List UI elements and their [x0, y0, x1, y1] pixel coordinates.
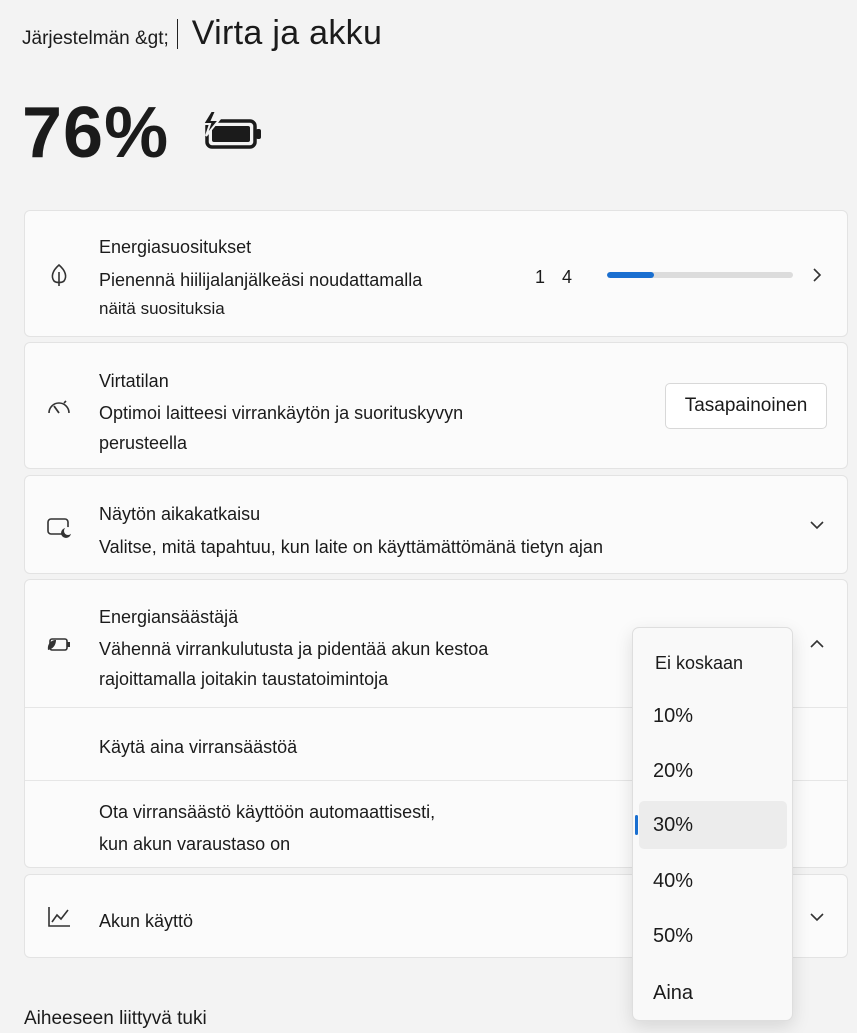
always-energy-saver-label: Käytä aina virransäästöä — [99, 737, 298, 757]
related-support-heading: Aiheeseen liittyvä tuki — [24, 1008, 207, 1029]
leaf-icon — [45, 261, 73, 289]
page-title: Virta ja akku — [191, 14, 383, 52]
card-description-cont: rajoittamalla joitakin taustatoimintoja — [99, 669, 389, 689]
breadcrumb: Järjestelmän &gt; Virta ja akku — [22, 14, 382, 53]
card-title: Akun käyttö — [99, 911, 194, 931]
dropdown-option[interactable]: 40% — [639, 857, 787, 905]
chevron-right-icon — [813, 268, 822, 282]
chevron-down-icon — [810, 521, 824, 530]
screen-sleep-icon — [45, 513, 73, 541]
text-cursor — [176, 18, 178, 49]
card-description: Optimoi laitteesi virrankäytön ja suorit… — [99, 403, 464, 423]
energy-recommendations-card[interactable]: Energiasuositukset Pienennä hiilijalanjä… — [24, 210, 848, 337]
dropdown-option-selected[interactable]: 30% — [635, 801, 787, 849]
recommendations-progress-bar — [607, 272, 793, 278]
dropdown-option[interactable]: Ei koskaan — [639, 639, 787, 687]
card-title: Näytön aikakatkaisu — [99, 504, 261, 524]
card-description-cont: perusteella — [99, 433, 188, 453]
chevron-down-icon — [810, 913, 824, 922]
card-description: Valitse, mitä tapahtuu, kun laite on käy… — [99, 537, 603, 557]
chevron-up-icon[interactable] — [809, 636, 825, 652]
battery-charging-icon — [201, 110, 262, 149]
battery-threshold-dropdown: Ei koskaan 10% 20% 30% 40% 50% Aina — [632, 627, 793, 1021]
breadcrumb-parent-link[interactable]: Järjestelmän &gt; — [22, 28, 169, 50]
battery-percent: 76% — [22, 93, 170, 173]
auto-energy-saver-label: Ota virransäästö käyttöön automaattisest… — [99, 802, 436, 822]
battery-status: 76% — [22, 92, 265, 174]
card-title: Energiasuositukset — [99, 237, 252, 257]
progress-fill — [607, 272, 654, 278]
battery-leaf-icon — [45, 630, 73, 658]
chart-line-icon — [45, 903, 73, 931]
power-mode-dropdown[interactable]: Tasapainoinen — [665, 383, 827, 429]
dropdown-option[interactable]: 10% — [639, 692, 787, 740]
dropdown-option[interactable]: 20% — [639, 747, 787, 795]
dropdown-option[interactable]: 50% — [639, 912, 787, 960]
screen-timeout-card[interactable]: Näytön aikakatkaisu Valitse, mitä tapaht… — [24, 475, 848, 574]
dropdown-option-label: 30% — [653, 813, 694, 836]
card-description-cont: näitä suosituksia — [99, 299, 225, 318]
auto-energy-saver-label-cont: kun akun varaustaso on — [99, 834, 291, 854]
dropdown-option[interactable]: Aina — [639, 969, 787, 1017]
selection-indicator — [635, 815, 638, 835]
card-description: Vähennä virrankulutusta ja pidentää akun… — [99, 639, 489, 659]
recommendations-count: 1 4 — [535, 267, 579, 287]
card-title: Virtatilan — [99, 371, 169, 391]
card-title: Energiansäästäjä — [99, 607, 239, 627]
card-description: Pienennä hiilijalanjälkeäsi noudattamall… — [99, 270, 423, 290]
gauge-icon — [45, 393, 73, 421]
power-mode-card: Virtatilan Optimoi laitteesi virrankäytö… — [24, 342, 848, 469]
